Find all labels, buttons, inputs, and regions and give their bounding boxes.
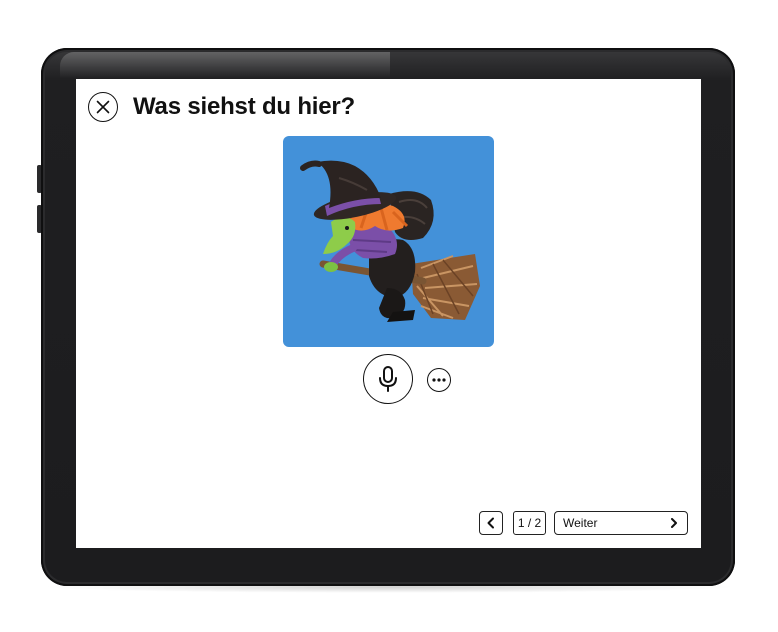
next-button[interactable]: Weiter	[554, 511, 688, 535]
more-options-button[interactable]	[427, 368, 451, 392]
tablet-frame-highlight	[60, 52, 390, 78]
witch-hand	[324, 262, 338, 272]
chevron-left-icon	[487, 517, 494, 529]
witch-illustration	[300, 160, 480, 322]
more-options-icon	[432, 378, 446, 382]
page-title: Was siehst du hier?	[133, 93, 356, 120]
microphone-button[interactable]	[363, 354, 413, 404]
stage: Was siehst du hier? 1 / 2 Weiter	[0, 0, 778, 632]
close-button[interactable]	[88, 92, 118, 122]
close-icon	[96, 100, 110, 114]
question-picture	[283, 136, 494, 347]
chevron-right-icon	[671, 518, 677, 528]
tablet-screen: Was siehst du hier? 1 / 2 Weiter	[76, 79, 701, 548]
page-counter: 1 / 2	[513, 511, 546, 535]
previous-page-button[interactable]	[479, 511, 503, 535]
next-button-label: Weiter	[563, 516, 598, 530]
broom-bristles	[411, 254, 480, 320]
microphone-icon	[379, 366, 397, 392]
